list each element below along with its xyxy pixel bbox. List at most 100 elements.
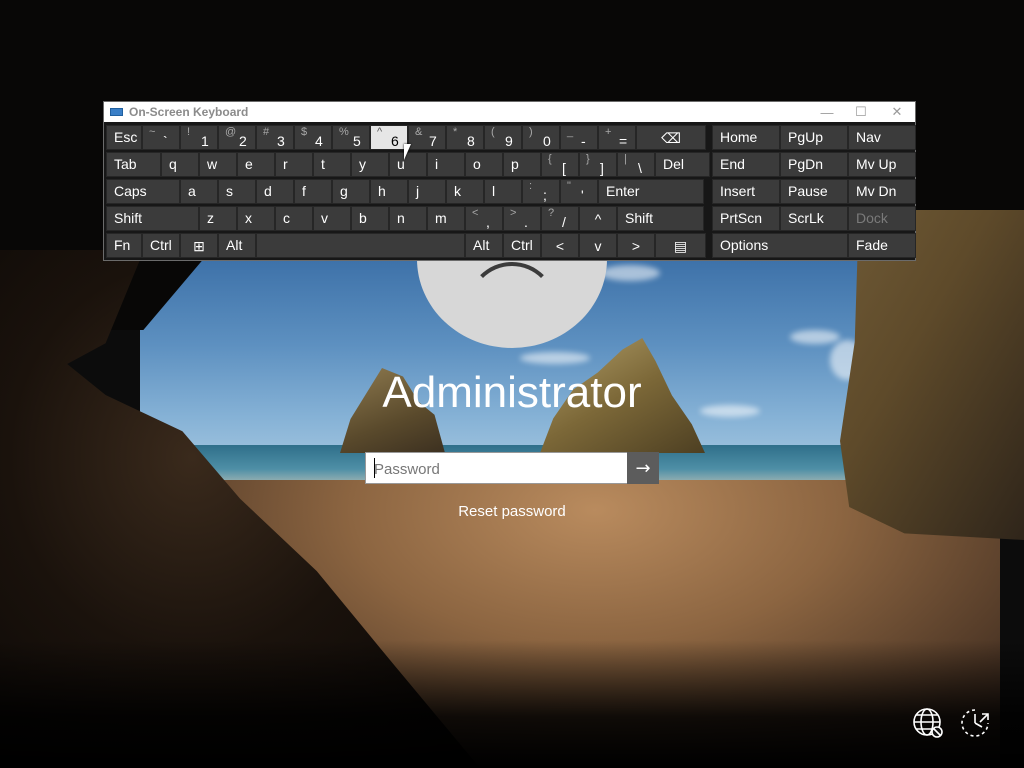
key-shift-label: ~ [149,126,156,138]
key-z[interactable]: z [199,206,237,231]
key-a[interactable]: a [180,179,218,204]
key-c[interactable]: c [275,206,313,231]
key-k[interactable]: k [446,179,484,204]
key-label: Fn [114,237,131,253]
key-y[interactable]: y [351,152,389,177]
key-sym[interactable]: ⊞ [180,233,218,258]
key-4-shift[interactable]: $4 [294,125,332,150]
minimize-button[interactable]: — [810,102,844,122]
key-sym[interactable]: ▤ [655,233,706,258]
key-label: PgDn [788,156,824,172]
key-m[interactable]: m [427,206,465,231]
key-sym[interactable]: ^ [579,206,617,231]
key-mvdn[interactable]: Mv Dn [848,179,916,204]
key-label: i [435,156,439,172]
key-tab[interactable]: Tab [106,152,161,177]
key-8-shift[interactable]: * 8 [446,125,484,150]
key-alt[interactable]: Alt [218,233,256,258]
key-6-shift[interactable]: ^ 6 [370,125,408,150]
key-prtscn[interactable]: PrtScn [712,206,780,231]
key-sym-shift[interactable]: ? / [541,206,579,231]
key-p[interactable]: p [503,152,541,177]
key-sym-shift[interactable]: <, [465,206,503,231]
key-v[interactable]: v [579,233,617,258]
space-key[interactable] [256,233,465,258]
key-n[interactable]: n [389,206,427,231]
key-sym-shift[interactable]: }] [579,152,617,177]
key-g[interactable]: g [332,179,370,204]
key-v[interactable]: v [313,206,351,231]
close-button[interactable]: ✕ [880,102,914,122]
reset-password-link[interactable]: Reset password [0,503,1024,520]
key-t[interactable]: t [313,152,351,177]
key-shift[interactable]: Shift [617,206,704,231]
key-dock[interactable]: Dock [848,206,916,231]
key-shift-label: ^ [377,126,383,138]
key-shift-label: ! [187,126,191,138]
key-sym-shift[interactable]: | \ [617,152,655,177]
key-sym[interactable]: ⌫ [636,125,706,150]
password-field[interactable] [365,452,659,485]
key-scrlk[interactable]: ScrLk [780,206,848,231]
submit-button[interactable]: → [627,452,659,484]
key-label: Caps [114,183,147,199]
key-caps[interactable]: Caps [106,179,180,204]
key-9-shift[interactable]: (9 [484,125,522,150]
key-ctrl[interactable]: Ctrl [503,233,541,258]
key-pgup[interactable]: PgUp [780,125,848,150]
key-shift[interactable]: Shift [106,206,199,231]
key-sym-shift[interactable]: + = [598,125,636,150]
key-label: w [207,156,218,172]
key-1-shift[interactable]: ! 1 [180,125,218,150]
key-mvup[interactable]: Mv Up [848,152,916,177]
key-home[interactable]: Home [712,125,780,150]
key-fn[interactable]: Fn [106,233,142,258]
key-sym-shift[interactable]: " ' [560,179,598,204]
key-label: r [283,156,288,172]
key-pgdn[interactable]: PgDn [780,152,848,177]
key-o[interactable]: o [465,152,503,177]
key-del[interactable]: Del [655,152,710,177]
title-bar[interactable]: On-Screen Keyboard — ☐ ✕ [104,102,915,122]
password-input[interactable] [372,453,626,485]
key-0-shift[interactable]: ) 0 [522,125,560,150]
key-pause[interactable]: Pause [780,179,848,204]
key-w[interactable]: w [199,152,237,177]
key-j[interactable]: j [408,179,446,204]
key-end[interactable]: End [712,152,780,177]
key-sym-shift[interactable]: ~ ` [142,125,180,150]
key-l[interactable]: l [484,179,522,204]
key-x[interactable]: x [237,206,275,231]
key-nav[interactable]: Nav [848,125,916,150]
key-fade[interactable]: Fade [848,233,916,258]
key-enter[interactable]: Enter [598,179,704,204]
key-sym[interactable]: < [541,233,579,258]
key-alt[interactable]: Alt [465,233,503,258]
key-options[interactable]: Options [712,233,848,258]
key-3-shift[interactable]: #3 [256,125,294,150]
key-ctrl[interactable]: Ctrl [142,233,180,258]
key-d[interactable]: d [256,179,294,204]
key-b[interactable]: b [351,206,389,231]
ease-of-access-icon[interactable] [958,706,992,740]
key-f[interactable]: f [294,179,332,204]
key-i[interactable]: i [427,152,465,177]
key-s[interactable]: s [218,179,256,204]
key-shift-label: + [605,126,612,138]
key-sym[interactable]: > [617,233,655,258]
maximize-button[interactable]: ☐ [844,102,878,122]
key-r[interactable]: r [275,152,313,177]
network-icon[interactable] [911,706,945,740]
key-sym-shift[interactable]: >. [503,206,541,231]
key-sym-shift[interactable]: :; [522,179,560,204]
key-insert[interactable]: Insert [712,179,780,204]
on-screen-keyboard-window[interactable]: On-Screen Keyboard — ☐ ✕ Esc ~ `! 1 @2 #3 $4% 5… [103,101,916,261]
key-sym-shift[interactable]: _ - [560,125,598,150]
key-e[interactable]: e [237,152,275,177]
key-q[interactable]: q [161,152,199,177]
key-2-shift[interactable]: @2 [218,125,256,150]
key-sym-shift[interactable]: {[ [541,152,579,177]
key-5-shift[interactable]: % 5 [332,125,370,150]
key-esc[interactable]: Esc [106,125,142,150]
key-h[interactable]: h [370,179,408,204]
